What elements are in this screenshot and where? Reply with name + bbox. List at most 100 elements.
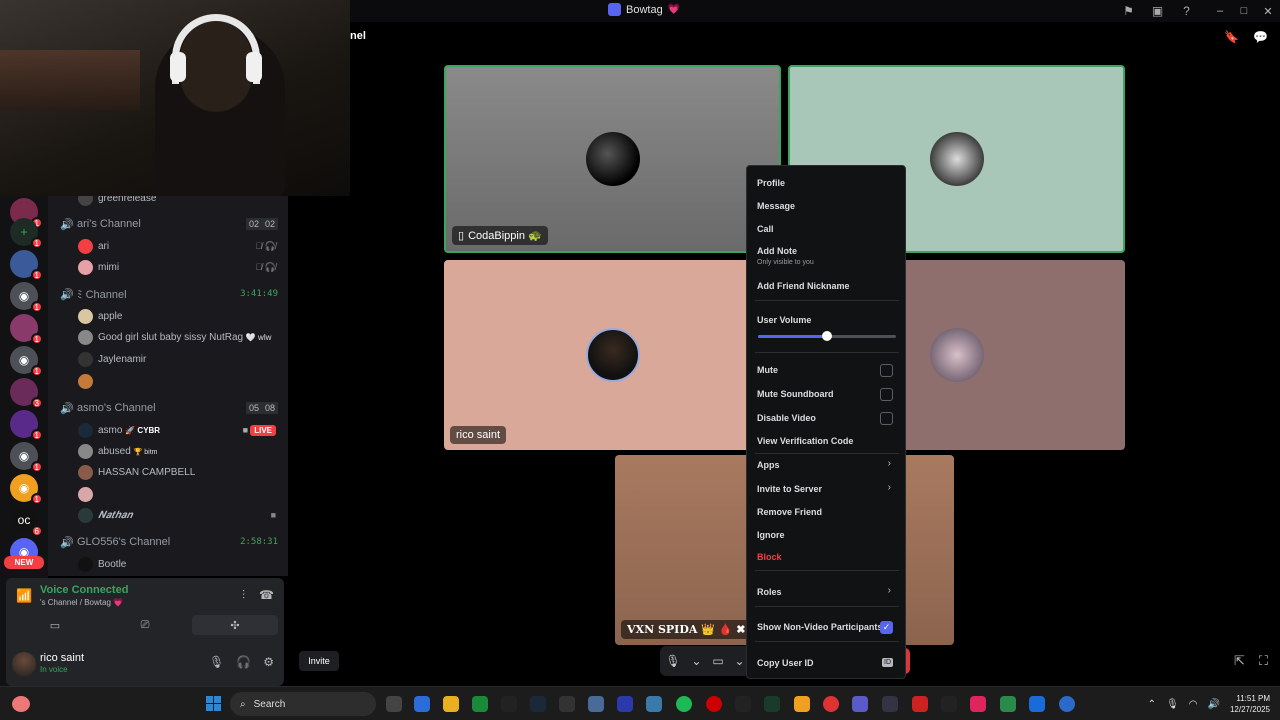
chat-icon[interactable]: 💬 [1253,30,1268,44]
menu-item-profile[interactable]: Profile [757,178,897,188]
copilot-icon[interactable] [414,696,430,712]
video-tile[interactable]: ▯ CodaBippin 🐢 [444,65,781,253]
disconnect-icon[interactable]: ☎ [259,588,274,603]
start-button[interactable] [206,696,221,711]
help-icon[interactable]: ? [1179,3,1194,18]
list-item[interactable] [48,484,288,504]
invite-button[interactable]: Invite [299,651,339,671]
voice-channel[interactable]: 🔊 ari's Channel 02 02 [48,214,288,234]
weather-widget-icon[interactable] [12,696,30,712]
menu-item-message[interactable]: Message [757,201,897,211]
file-explorer-icon[interactable] [443,696,459,712]
app-icon[interactable] [559,696,575,712]
edge-icon[interactable] [646,696,662,712]
microphone-icon[interactable]: 🎙 [665,654,680,668]
video-off-button[interactable]: ▭ [12,615,98,635]
list-item[interactable]: 𝑵𝒂𝒕𝒉𝒂𝒏 ■ [48,505,288,525]
maximize-button[interactable]: □ [1232,0,1256,22]
menu-item-view-verification-code[interactable]: View Verification Code [757,436,897,446]
discord-icon[interactable]: ◉ 1 [10,346,43,377]
menu-item-disable-video[interactable]: Disable Video [757,413,897,423]
activities-button[interactable]: ✣ [192,615,278,635]
server-icon[interactable]: 1 [10,250,43,281]
screen-share-icon[interactable]: ▣ [1150,3,1165,18]
mute-soundboard-checkbox[interactable] [880,388,893,401]
menu-item-invite-to-server[interactable]: Invite to Server [757,484,897,494]
settings-icon[interactable] [588,696,604,712]
video-tile[interactable]: rico saint [444,260,781,450]
volume-icon[interactable]: 🔊 [1208,699,1220,710]
share-screen-button[interactable]: ⎚ [102,615,188,635]
menu-item-block[interactable]: Block [757,552,897,562]
server-icon[interactable]: 3 [10,378,43,409]
list-item[interactable]: mimi 🎙̸ 🎧̸ [48,257,288,277]
server-icon[interactable]: 1 [10,314,43,345]
headset-icon[interactable]: 🎧 [236,655,251,669]
show-non-video-checkbox[interactable]: ✓ [880,621,893,634]
app-icon[interactable] [1059,696,1075,712]
clock[interactable]: 11:51 PM 12/27/2025 [1230,693,1270,715]
app-icon[interactable] [852,696,868,712]
steam-icon[interactable] [530,696,546,712]
discord-icon[interactable]: ◉ 1 [10,282,43,313]
opera-icon[interactable] [706,696,722,712]
taskbar-search[interactable]: ⌕ Search [230,692,376,716]
app-icon[interactable] [1029,696,1045,712]
list-item[interactable]: Good girl slut baby sissy NutRag 🤍 wlw [48,327,288,347]
menu-item-mute[interactable]: Mute [757,365,897,375]
list-item[interactable]: HASSAN CAMPBELL [48,462,288,482]
voice-subtitle[interactable]: 's Channel / Bowtag 💗 [40,598,123,607]
discord-icon[interactable] [794,696,810,712]
voice-channel[interactable]: 🔊 GLO556's Channel 2:58:31 [48,532,288,552]
app-icon[interactable] [617,696,633,712]
menu-item-show-non-video[interactable]: Show Non-Video Participants [757,622,897,632]
list-item[interactable]: abused 🏆 bitm [48,441,288,461]
list-item[interactable]: ari 🎙̸ 🎧̸ [48,236,288,256]
app-icon[interactable] [764,696,780,712]
popout-icon[interactable]: ⇱ [1234,653,1245,669]
app-icon[interactable] [882,696,898,712]
add-server-icon[interactable]: +1 [10,218,43,249]
app-icon[interactable] [1000,696,1016,712]
discord-icon[interactable]: ◉ 1 [10,474,43,505]
video-off-icon[interactable]: ▭ [712,654,723,668]
menu-item-apps[interactable]: Apps [757,460,897,470]
microphone-icon[interactable]: 🎙 [209,655,224,669]
server-icon[interactable]: 1 [10,410,43,441]
voice-channel[interactable]: 🔊 asmo's Channel 05 08 [48,398,288,418]
spotify-icon[interactable] [676,696,692,712]
wifi-icon[interactable]: ◠ [1189,699,1198,710]
discord-icon[interactable]: ◉ 1 [10,442,43,473]
xbox-icon[interactable] [472,696,488,712]
app-icon[interactable] [912,696,928,712]
menu-item-roles[interactable]: Roles [757,587,897,597]
chevron-down-icon[interactable]: ⌄ [691,654,701,668]
task-view-icon[interactable] [386,696,402,712]
capcut-icon[interactable] [735,696,751,712]
menu-item-mute-soundboard[interactable]: Mute Soundboard [757,389,897,399]
app-icon[interactable] [941,696,957,712]
menu-item-add-note[interactable]: Add Note [757,246,897,256]
server-icon[interactable]: oc 6 [10,506,43,537]
list-item[interactable]: greenrelease [48,196,288,208]
bookmark-icon[interactable]: 🔖 [1224,30,1239,44]
menu-item-copy-user-id[interactable]: Copy User ID [757,658,897,668]
tiktok-icon[interactable] [970,696,986,712]
list-item[interactable]: asmo 🚀 CYBR ■ LIVE [48,420,288,440]
list-item[interactable]: Bootle [48,554,288,574]
mute-checkbox[interactable] [880,364,893,377]
menu-item-remove-friend[interactable]: Remove Friend [757,507,897,517]
chevron-up-icon[interactable]: ⌃ [1148,699,1156,710]
list-item[interactable]: Jaylenamir [48,349,288,369]
gear-icon[interactable]: ⚙ [263,655,274,669]
list-item[interactable] [48,371,288,391]
menu-item-ignore[interactable]: Ignore [757,530,897,540]
noise-suppression-icon[interactable]: ⫶ [242,588,245,603]
fullscreen-icon[interactable]: ⛶ [1259,653,1268,669]
list-item[interactable]: apple [48,306,288,326]
inbox-flag-icon[interactable]: ⚑ [1121,3,1136,18]
close-button[interactable]: ✕ [1256,0,1280,22]
minimize-button[interactable]: – [1208,0,1232,22]
slider-handle[interactable] [822,331,832,341]
chevron-down-icon[interactable]: ⌄ [734,654,744,668]
